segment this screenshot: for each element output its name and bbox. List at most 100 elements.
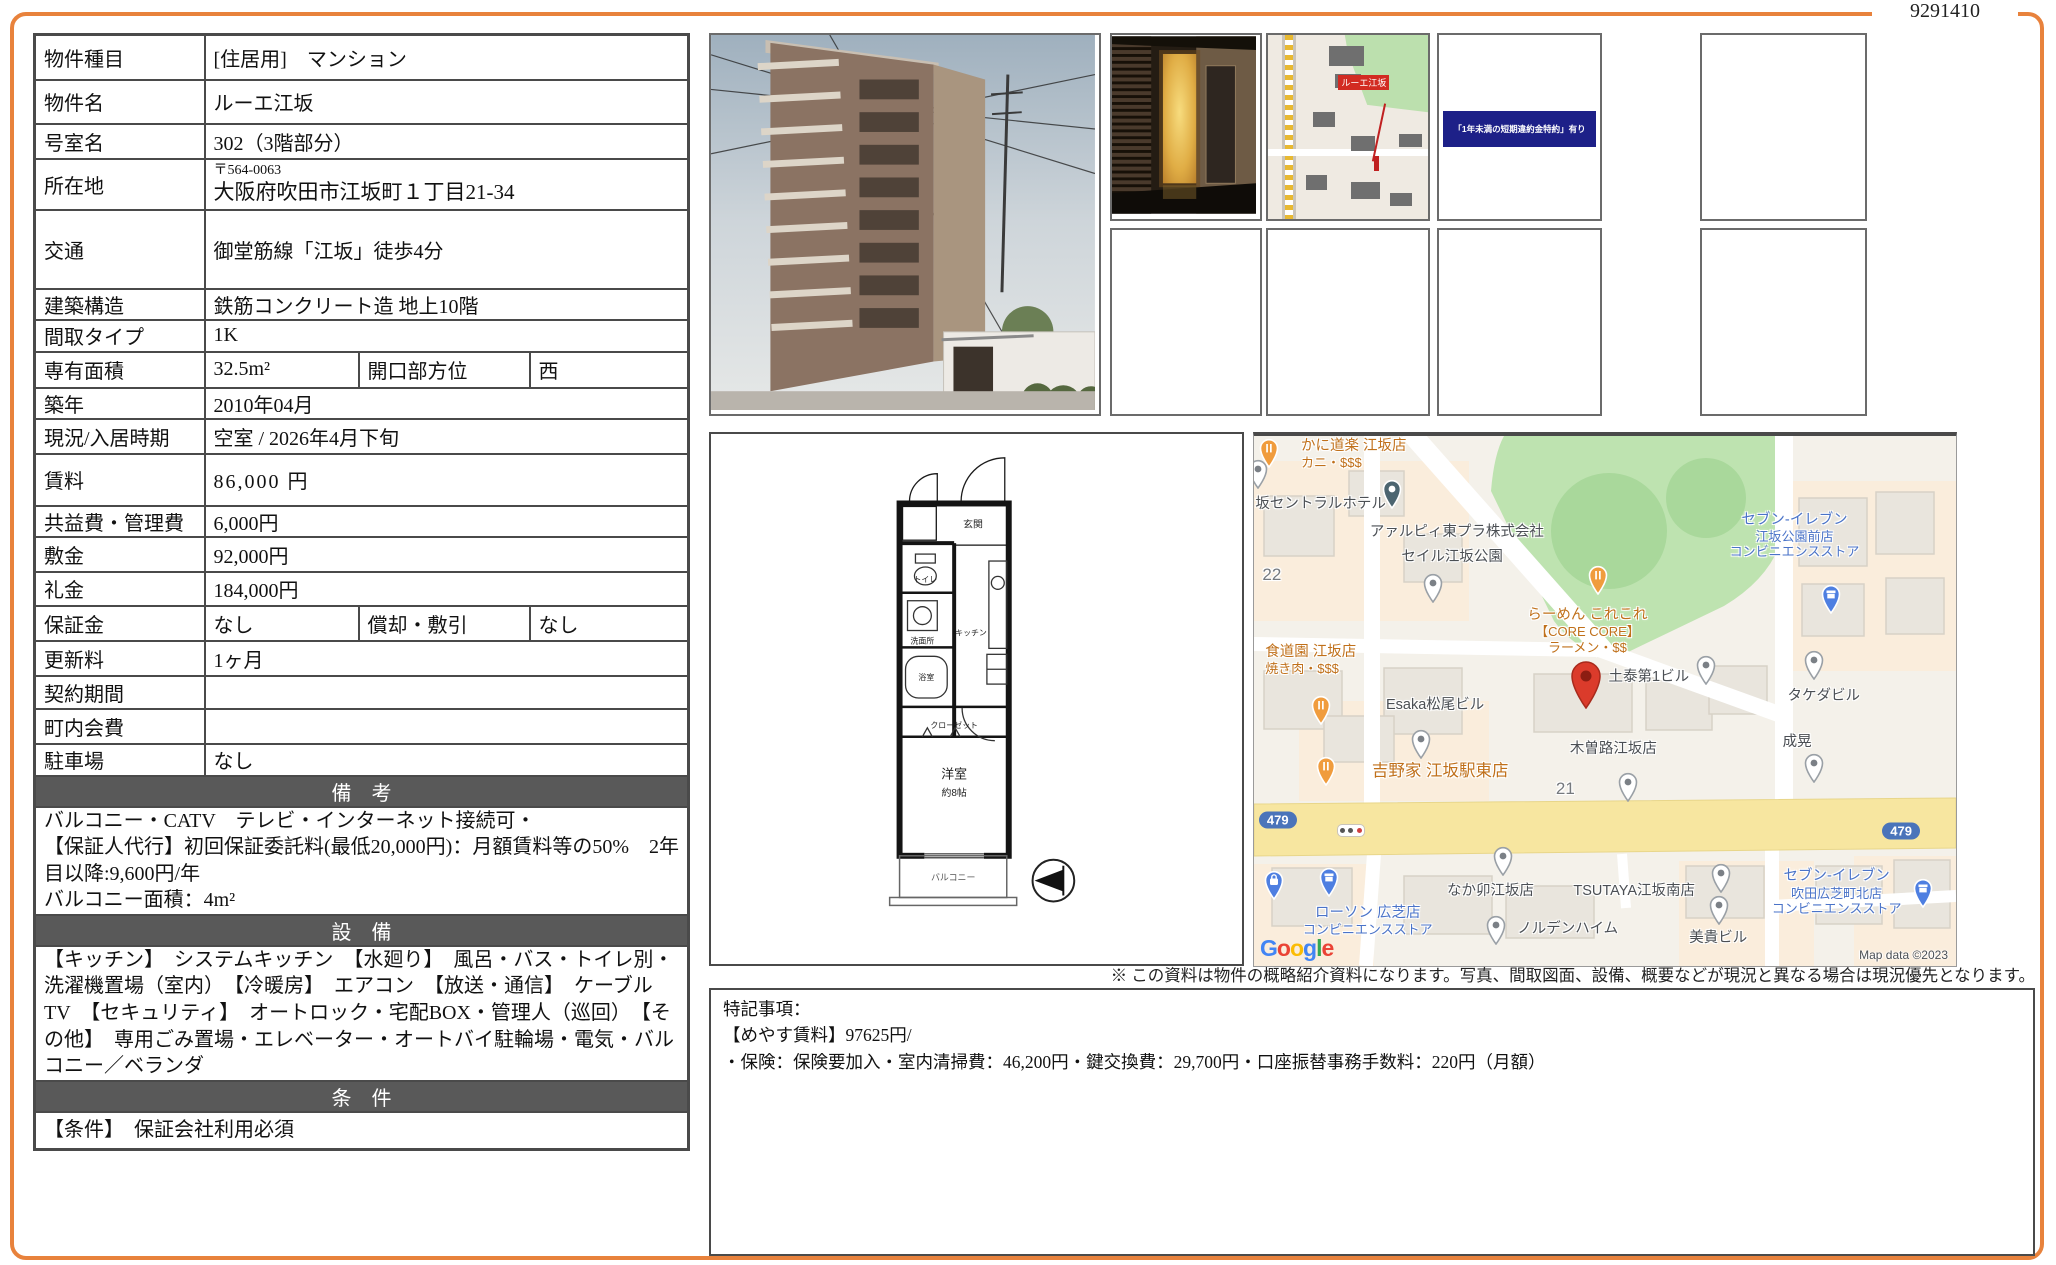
gray-map-pin [1694, 654, 1718, 685]
gray-map-pin [1409, 728, 1433, 759]
photo-frame-empty [1700, 228, 1867, 416]
photo-frame-empty [1437, 228, 1602, 416]
row-guarantee-label: 保証金 [35, 606, 205, 641]
special-notes-title: 特記事項： [723, 996, 2021, 1022]
map-poi-label: ノルデンハイム [1517, 921, 1618, 938]
conditions-text: 【条件】 保証会社利用必須 [35, 1112, 689, 1150]
map-poi-label: アァルピィ東プラ株式会社 [1370, 524, 1544, 541]
gray-map-pin [1484, 914, 1508, 945]
map-poi-layer: かに道楽 江坂店カニ・$$$坂セントラルホテルアァルピィ東プラ株式会社セイル江坂… [1254, 436, 1956, 966]
bag-map-pin [1262, 869, 1286, 900]
row-area-label: 専有面積 [35, 352, 205, 388]
orange-map-pin [1309, 694, 1333, 725]
row-rent-label: 賃料 [35, 454, 205, 506]
banner-frame: 「1年未満の短期違約金特約」有り [1437, 33, 1602, 221]
floorplan-label-room: 洋室 [941, 766, 967, 781]
floorplan-label-toilet: トイレ [913, 575, 937, 584]
row-status-label: 現況/入居時期 [35, 419, 205, 454]
map-poi-label: タケダビル [1788, 688, 1861, 705]
row-room-value: 302（3階部分） [205, 124, 689, 159]
row-amortization-label: 償却・敷引 [359, 606, 530, 641]
row-structure-value: 鉄筋コンクリート造 地上10階 [205, 289, 689, 320]
mini-map: ルーエ江坂 [1268, 35, 1428, 219]
white-map-pin [1253, 458, 1270, 489]
map-copyright: Map data ©2023 [1859, 948, 1948, 962]
row-parking-label: 駐車場 [35, 744, 205, 776]
postal-code: 〒564-0063 [214, 163, 680, 180]
map-poi-label: Esaka松尾ビル [1386, 697, 1484, 714]
map-poi-label: 成晃 [1783, 734, 1812, 751]
row-renewal-label: 更新料 [35, 641, 205, 676]
row-townfee-label: 町内会費 [35, 709, 205, 744]
floorplan-label-bath: 浴室 [918, 672, 934, 682]
gray-map-pin [1616, 771, 1640, 802]
map-poi-label: 土泰第1ビル [1609, 669, 1690, 686]
map-poi-label: セブン-イレブン江坂公園前店コンビニエンスストア [1730, 512, 1860, 560]
gray-map-pin [1709, 862, 1733, 893]
floorplan-label-balcony: バルコニー [931, 873, 975, 883]
property-info-table: 物件種目[住居用] マンション 物件名ルーエ江坂 号室名302（3階部分） 所在… [33, 33, 690, 1151]
row-type-value: [住居用] マンション [205, 35, 689, 80]
blue-map-pin [1819, 583, 1843, 614]
map-poi-label: 食道園 江坂店焼き肉・$$$ [1265, 644, 1356, 676]
conditions-header: 条 件 [35, 1081, 689, 1112]
floorplan-label-kitchen: キッチン [955, 628, 987, 637]
rent-amount: 86,000 円 [205, 454, 689, 506]
row-guarantee-value: なし [205, 606, 359, 641]
white-map-pin [1421, 572, 1445, 603]
floorplan-label-washroom: 洗面所 [911, 635, 935, 645]
map-poi-label: なか卯江坂店 [1447, 883, 1534, 900]
map-poi-label: セブン-イレブン吹田広芝町北店コンビニエンスストア [1772, 868, 1902, 916]
row-contract-value [205, 676, 689, 709]
address-text: 大阪府吹田市江坂町１丁目21-34 [214, 180, 680, 205]
row-status-value: 空室 / 2026年4月下旬 [205, 419, 689, 454]
teal-map-pin [1380, 478, 1404, 509]
row-access-value: 御堂筋線「江坂」徒歩4分 [205, 210, 689, 289]
remarks-header: 備 考 [35, 776, 689, 807]
floorplan-box: 玄関 トイレ 洗面所 浴室 キッチン クローゼット 洋室 約8帖 バルコニー [709, 432, 1244, 966]
row-direction-value: 西 [530, 352, 689, 388]
mini-map-road [1268, 149, 1428, 156]
route-479-badge: 479 [1259, 812, 1297, 829]
mini-map-railway [1282, 35, 1296, 219]
gray-map-pin [1802, 752, 1826, 783]
orange-map-pin [1586, 564, 1610, 595]
row-keymoney-label: 礼金 [35, 572, 205, 606]
gray-map-pin [1491, 845, 1515, 876]
red-map-pin [1567, 659, 1605, 709]
row-address-value: 〒564-0063 大阪府吹田市江坂町１丁目21-34 [205, 159, 689, 210]
gray-map-pin [1802, 649, 1826, 680]
remarks-line: 【保証人代行】初回保証委託料(最低20,000円)：月額賃料等の50% 2年目以… [44, 834, 679, 887]
row-name-value: ルーエ江坂 [205, 80, 689, 124]
map-poi-label: セイル江坂公園 [1401, 549, 1503, 566]
google-logo: Google [1260, 935, 1333, 962]
row-deposit-value: 92,000円 [205, 537, 689, 572]
row-direction-label: 開口部方位 [359, 352, 530, 388]
map-poi-label: 22 [1262, 565, 1281, 585]
special-notes-line: 【めやす賃料】97625円/ [723, 1022, 2021, 1048]
row-keymoney-value: 184,000円 [205, 572, 689, 606]
map-poi-label: ローソン 広芝店コンビニエンスストア [1303, 905, 1433, 937]
row-townfee-value [205, 709, 689, 744]
blue-map-pin [1317, 866, 1341, 897]
floorplan-label-room-size: 約8帖 [941, 786, 966, 799]
disclaimer-text: ※ この資料は物件の概略紹介資料になります。写真、間取図面、設備、概要などが現況… [1111, 962, 2035, 986]
entrance-photo-drawing [1112, 35, 1256, 215]
blue-map-pin [1911, 877, 1935, 908]
map-poi-label: 吉野家 江坂駅東店 [1372, 762, 1509, 781]
floorplan-label-genkan: 玄関 [963, 517, 983, 530]
row-parking-value: なし [205, 744, 689, 776]
page-id: 9291410 [1872, 0, 2018, 23]
route-479-badge: 479 [1882, 822, 1920, 839]
equipment-text: 【キッチン】 システムキッチン 【水廻り】 風呂・バス・トイレ別・洗濯機置場（室… [35, 946, 689, 1081]
photo-frame-empty [1110, 228, 1262, 416]
photo-frame-empty [1266, 228, 1430, 416]
remarks-text: バルコニー・CATV テレビ・インターネット接続可・ 【保証人代行】初回保証委託… [35, 807, 689, 915]
row-built-label: 築年 [35, 388, 205, 419]
row-area-value: 32.5m² [205, 352, 359, 388]
map-poi-label: TSUTAYA江坂南店 [1573, 883, 1695, 900]
floorplan-drawing: 玄関 トイレ 洗面所 浴室 キッチン クローゼット 洋室 約8帖 バルコニー [711, 434, 1238, 960]
floorplan-label-closet: クローゼット [930, 720, 978, 730]
row-fees-label: 共益費・管理費 [35, 506, 205, 537]
map-poi-label: 美貴ビル [1689, 930, 1747, 947]
